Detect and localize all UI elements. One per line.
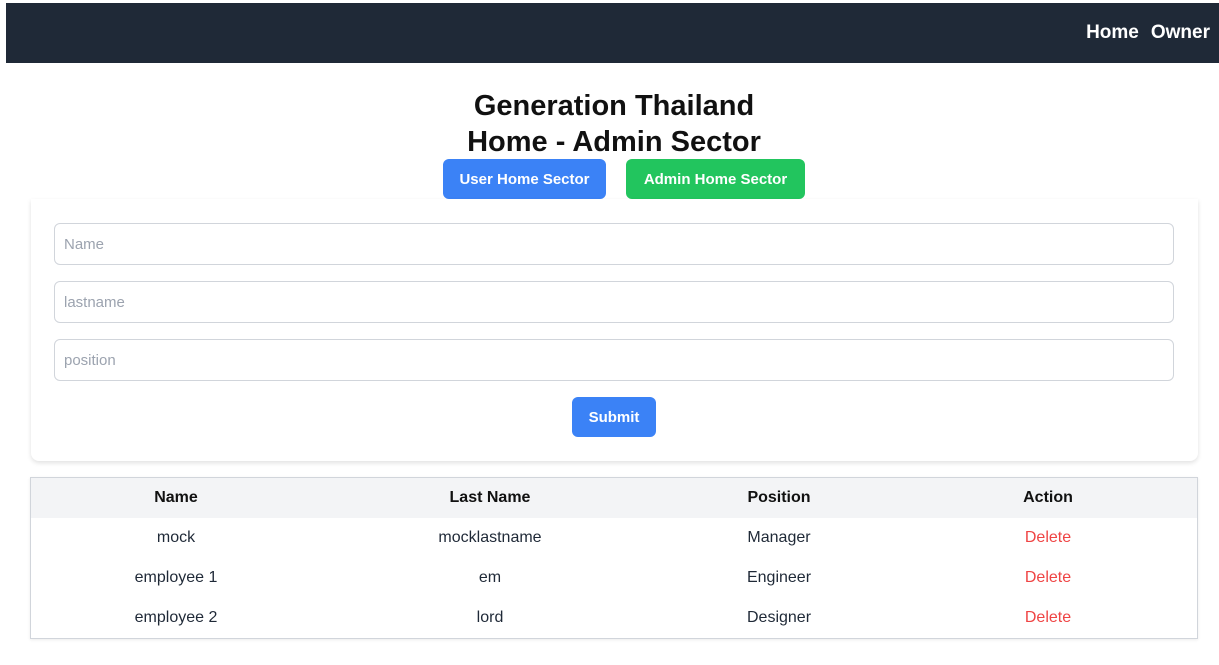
submit-button[interactable]: Submit — [572, 397, 656, 437]
delete-button[interactable]: Delete — [1025, 609, 1071, 626]
table-row: employee 1 em Engineer Delete — [31, 558, 1197, 598]
employee-form: Submit — [31, 199, 1198, 461]
admin-home-sector-button[interactable]: Admin Home Sector — [626, 159, 805, 199]
table-row: mock mocklastname Manager Delete — [31, 518, 1197, 558]
table-header-row: Name Last Name Position Action — [31, 478, 1197, 518]
table-row: employee 2 lord Designer Delete — [31, 598, 1197, 638]
column-header-last-name: Last Name — [449, 489, 531, 506]
delete-button[interactable]: Delete — [1025, 569, 1071, 586]
page-heading: Generation Thailand Home - Admin Sector — [0, 88, 1219, 160]
user-home-sector-button[interactable]: User Home Sector — [443, 159, 606, 199]
column-header-name: Name — [154, 489, 198, 506]
name-input[interactable] — [54, 223, 1174, 265]
cell-last-name: em — [478, 569, 502, 586]
cell-position: Engineer — [746, 569, 812, 586]
sector-button-group: User Home Sector Admin Home Sector — [0, 159, 1219, 199]
cell-action: Delete — [899, 518, 1197, 558]
employee-table: Name Last Name Position Action mock mock… — [31, 478, 1197, 638]
cell-position: Designer — [746, 609, 812, 626]
column-header-action: Action — [1023, 489, 1073, 506]
position-input[interactable] — [54, 339, 1174, 381]
cell-name: mock — [156, 529, 196, 546]
nav-link-owner[interactable]: Owner — [1151, 22, 1210, 44]
page-subtitle: Home - Admin Sector — [467, 126, 761, 158]
column-header-position: Position — [747, 489, 811, 506]
cell-name: employee 1 — [134, 569, 218, 586]
cell-action: Delete — [899, 558, 1197, 598]
page-title: Generation Thailand — [473, 90, 755, 122]
employee-table-container: Name Last Name Position Action mock mock… — [30, 477, 1198, 639]
cell-position: Manager — [747, 529, 811, 546]
cell-action: Delete — [899, 598, 1197, 638]
delete-button[interactable]: Delete — [1025, 529, 1071, 546]
nav-link-home[interactable]: Home — [1086, 22, 1139, 44]
cell-last-name: lord — [476, 609, 504, 626]
lastname-input[interactable] — [54, 281, 1174, 323]
cell-name: employee 2 — [134, 609, 218, 626]
top-navbar: Home Owner — [6, 3, 1219, 63]
cell-last-name: mocklastname — [438, 529, 542, 546]
